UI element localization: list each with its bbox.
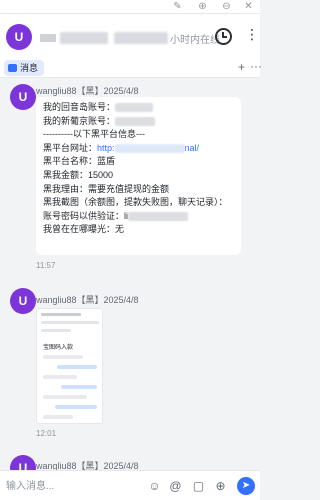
message-line: ----------以下黑平台信息--- (43, 129, 145, 140)
message-card[interactable]: 我的回音岛账号： 我的新葡京账号： ----------以下黑平台信息--- 黑… (36, 97, 241, 255)
sender-avatar[interactable]: U (10, 84, 36, 110)
message-time: 11:57 (36, 261, 56, 270)
message-line: 我曾在在哪曝光：无 (43, 224, 125, 235)
sender-avatar[interactable]: U (10, 288, 36, 314)
top-toolbar: ✎ ⊕ ⊖ ✕ (0, 0, 260, 14)
message-line: 黑我金额：15000 (43, 169, 114, 180)
contact-name-redacted (60, 32, 108, 44)
send-button[interactable]: ➤ (237, 477, 255, 495)
tab-messages-label: 消息 (20, 63, 39, 73)
tab-more-button[interactable]: ··· (250, 59, 262, 73)
redacted-text (128, 211, 188, 221)
zoom-out-icon[interactable]: ⊖ (221, 1, 232, 12)
message-line: 我的新葡京账号： (43, 115, 241, 129)
attachment-icon[interactable]: ▢ (192, 480, 205, 493)
image-attachment[interactable]: 宝图码入款 (36, 308, 103, 424)
message-composer: ☺ @ ▢ ⊕ ➤ (0, 470, 260, 500)
message-line: 黑我截图（余额图，提款失败图，聊天记录）： (43, 197, 228, 208)
chat-header: U 小时内在线 ⋮ (0, 14, 260, 58)
chat-bubble-icon (8, 64, 17, 72)
close-icon[interactable]: ✕ (243, 1, 254, 12)
message-sender: wangliu88【黑】2025/4/8 (36, 295, 139, 305)
redacted-link (114, 143, 185, 153)
message-line: 我的回音岛账号： (43, 101, 241, 115)
add-icon[interactable]: ⊕ (214, 480, 227, 493)
tab-messages[interactable]: 消息 (4, 60, 45, 76)
message-sender: wangliu88【黑】2025/4/8 (36, 86, 139, 96)
thumbnail-text: 宝图码入款 (43, 345, 74, 351)
name-prefix-redacted (40, 34, 56, 42)
message-time: 12:01 (36, 429, 57, 438)
zoom-in-icon[interactable]: ⊕ (197, 1, 208, 12)
message-input[interactable] (6, 475, 116, 497)
message-line: 黑平台名称：蓝盾 (43, 156, 116, 167)
tab-bar: 消息 + ··· (0, 58, 262, 78)
more-options-icon[interactable]: ⋮ (245, 26, 259, 43)
avatar[interactable]: U (6, 24, 32, 50)
online-status: 小时内在线 (170, 35, 220, 46)
history-clock-icon[interactable] (215, 28, 232, 45)
mention-icon[interactable]: @ (169, 480, 182, 493)
redacted-text (115, 103, 154, 113)
message-line: 账号密码以供验证：li (43, 210, 241, 224)
add-tab-button[interactable]: + (238, 60, 245, 74)
redacted-text (115, 116, 156, 126)
platform-link[interactable]: http: (97, 143, 115, 153)
emoji-icon[interactable]: ☺ (148, 480, 161, 493)
edit-icon[interactable]: ✎ (172, 1, 183, 12)
contact-id-redacted (114, 32, 168, 44)
message-line: 黑我理由：需要充值提现的金额 (43, 183, 170, 194)
message-line: 黑平台网址：http: nal/ (43, 142, 200, 153)
